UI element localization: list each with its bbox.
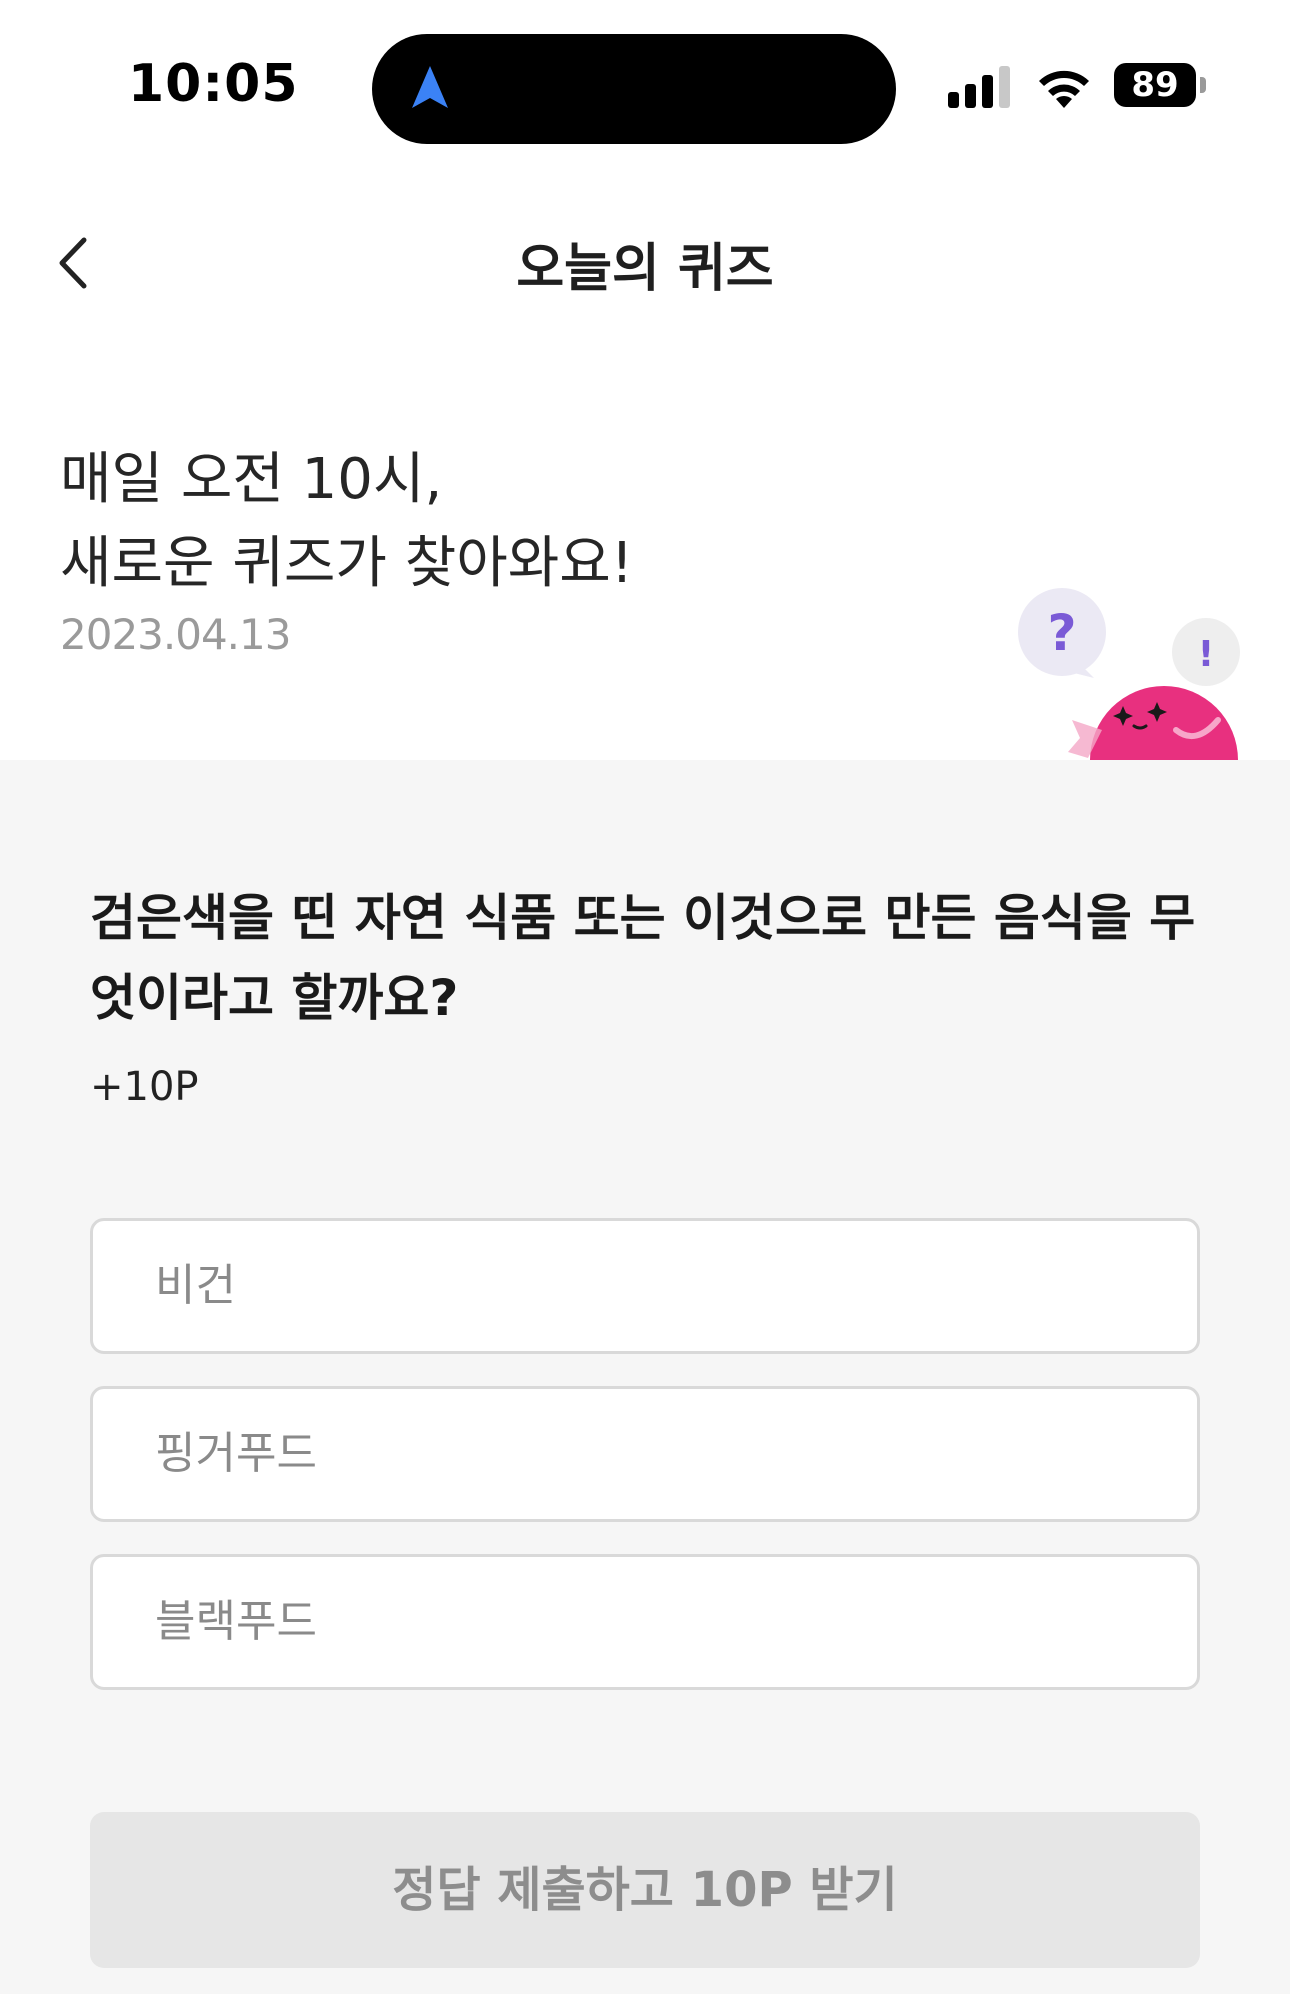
battery-icon: 89 [1114, 63, 1196, 107]
answer-option-2[interactable]: 핑거푸드 [90, 1386, 1200, 1522]
quiz-question: 검은색을 띤 자연 식품 또는 이것으로 만든 음식을 무엇이라고 할까요? [90, 889, 1196, 1027]
dynamic-island [372, 34, 896, 144]
question-mark: ? [1047, 604, 1076, 662]
location-arrow-icon [412, 66, 448, 108]
answer-option-1[interactable]: 비건 [90, 1218, 1200, 1354]
intro-section: 매일 오전 10시, 새로운 퀴즈가 찾아와요! 2023.04.13 [60, 438, 633, 659]
nav-bar: 오늘의 퀴즈 [0, 200, 1290, 320]
cellular-signal-icon [948, 66, 1010, 108]
exclamation-mark: ! [1198, 634, 1214, 675]
status-time: 10:05 [128, 54, 299, 114]
answer-option-3[interactable]: 블랙푸드 [90, 1554, 1200, 1690]
status-bar: 10:05 89 [0, 0, 1290, 160]
quiz-points: +10P [90, 1064, 199, 1110]
intro-line-1: 매일 오전 10시, [60, 447, 443, 512]
answer-option-label: 블랙푸드 [155, 1596, 317, 1647]
answer-option-label: 핑거푸드 [155, 1428, 317, 1479]
mascot-illustration: ? ! [1018, 588, 1240, 760]
quiz-panel: 검은색을 띤 자연 식품 또는 이것으로 만든 음식을 무엇이라고 할까요? +… [0, 760, 1290, 1994]
intro-line-2: 새로운 퀴즈가 찾아와요! [60, 531, 634, 596]
submit-answer-button[interactable]: 정답 제출하고 10P 받기 [90, 1812, 1200, 1968]
wifi-icon [1039, 70, 1089, 108]
answer-option-label: 비건 [155, 1260, 236, 1311]
quiz-date: 2023.04.13 [60, 610, 291, 659]
battery-cap [1200, 77, 1206, 93]
page-title: 오늘의 퀴즈 [516, 239, 774, 299]
